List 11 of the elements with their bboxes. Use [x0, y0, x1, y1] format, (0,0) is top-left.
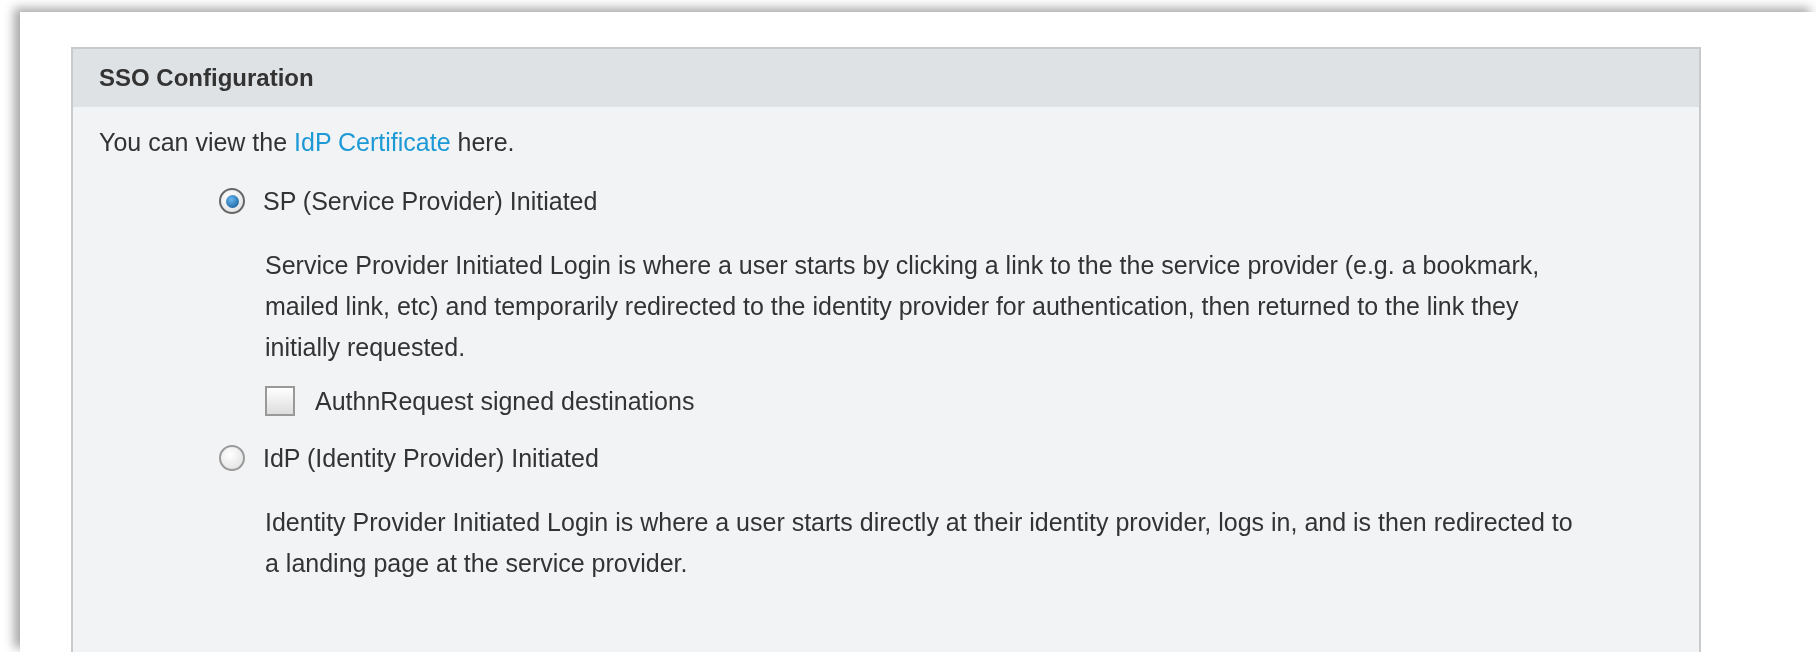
intro-text: You can view the IdP Certificate here. — [99, 127, 516, 157]
option-label: SP (Service Provider) Initiated — [263, 186, 598, 216]
option-description: Service Provider Initiated Login is where a user starts by clicking a link to the the service provider (e.g. a bookmark, mailed link, etc) and temporarily redirected to the identity provider for authentication, then returned to the link they initially requested. — [265, 250, 1541, 363]
radio-button[interactable] — [219, 188, 245, 214]
checkbox[interactable] — [265, 386, 295, 416]
option-description: Identity Provider Initiated Login is where a user starts directly at their identity provider, logs in, and is then redirected to a landing page at the service provider. — [265, 507, 1574, 579]
panel-title: SSO Configuration — [99, 64, 314, 92]
radio-button[interactable] — [219, 445, 245, 471]
option-label: IdP (Identity Provider) Initiated — [263, 443, 599, 473]
certificate-link[interactable]: IdP Certificate — [294, 128, 451, 156]
checkbox-label: AuthnRequest signed destinations — [315, 386, 695, 416]
